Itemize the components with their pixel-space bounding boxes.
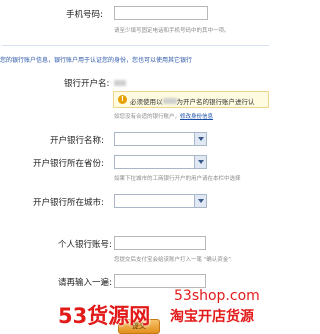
- section-divider-top: [2, 45, 269, 46]
- account-no-label: 个人银行账号:: [58, 240, 112, 250]
- account-no-input[interactable]: [114, 236, 206, 250]
- bank-name-select[interactable]: [114, 132, 207, 146]
- warning-icon: !: [118, 95, 127, 104]
- warning-box: ! 必须使用以 为开户名的银行账户进行认: [113, 91, 269, 108]
- warning-sub: 如您没有合适的银行账户，修改身份信息: [114, 114, 214, 120]
- phone-input[interactable]: [114, 6, 208, 20]
- watermark-domain: 53shop.com: [174, 288, 260, 304]
- reenter-label: 请再输入一遍:: [58, 278, 112, 288]
- city-select[interactable]: [114, 194, 207, 208]
- bank-name-label: 开户银行名称:: [50, 136, 104, 146]
- account-name-value: [114, 79, 126, 88]
- watermark-brand: 53货源网: [58, 304, 151, 328]
- chevron-down-icon: [194, 195, 206, 207]
- account-name-label: 银行开户名:: [64, 79, 110, 89]
- province-select[interactable]: [114, 155, 207, 169]
- province-hint: 如果下拉城市的工商银行开户的用户请在本栏中选择: [114, 176, 241, 182]
- phone-label: 手机号码:: [66, 10, 103, 20]
- watermark-tagline: 淘宝开店货源: [170, 309, 254, 325]
- chevron-down-icon: [194, 133, 206, 145]
- city-label: 开户银行所在城市:: [33, 198, 104, 208]
- reenter-input[interactable]: [114, 274, 206, 288]
- modify-identity-link[interactable]: 修改身份信息: [180, 114, 213, 120]
- province-label: 开户银行所在省份:: [33, 159, 104, 169]
- account-no-hint: 您提交后支付宝会给该账户打入一笔 "确认资金": [114, 257, 231, 263]
- chevron-down-icon: [194, 156, 206, 168]
- bank-section-title: 您的银行账户信息，银行账户用于认证您的身份，您也可以使用其它银行: [0, 57, 193, 64]
- phone-hint: 请至少填写固定电话和手机号码中的其中一项。: [114, 28, 230, 34]
- warning-text: 必须使用以 为开户名的银行账户进行认: [130, 98, 255, 106]
